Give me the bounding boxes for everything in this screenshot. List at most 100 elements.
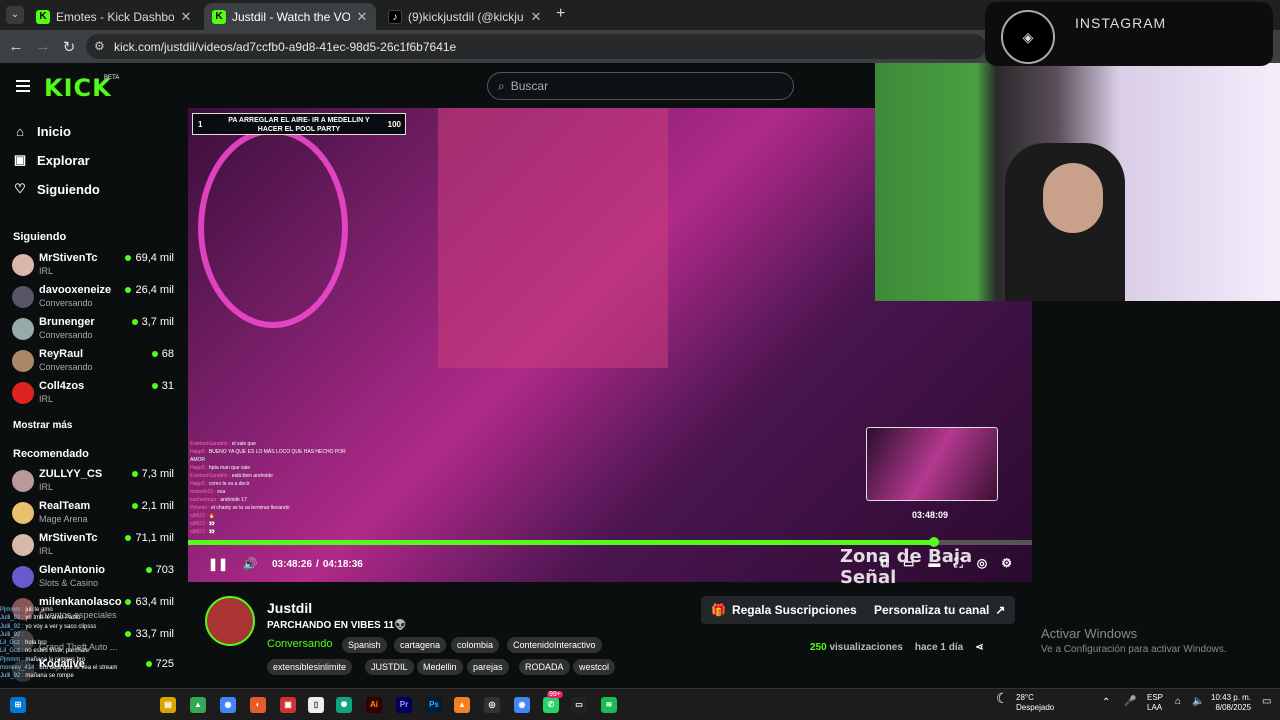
back-icon[interactable]: ← bbox=[7, 38, 25, 55]
photoshop-icon[interactable]: Ps bbox=[426, 697, 442, 713]
sidebar-channel[interactable]: Coll4zos IRL 31 bbox=[12, 378, 176, 408]
theater-icon[interactable]: ▬ bbox=[928, 556, 940, 571]
pip-icon[interactable]: ▭ bbox=[903, 556, 914, 571]
chat-text: está bien androide bbox=[231, 473, 273, 479]
reload-icon[interactable]: ↻ bbox=[60, 38, 78, 56]
nav-explorar[interactable]: ▣ Explorar bbox=[13, 150, 90, 170]
url-bar[interactable]: ⚙ kick.com/justdil/videos/ad7ccfb0-a9d8-… bbox=[86, 34, 986, 59]
close-icon[interactable]: ✕ bbox=[180, 9, 192, 25]
chrome-active-icon[interactable]: ◉ bbox=[514, 697, 530, 713]
tag-chip[interactable]: RODADA bbox=[519, 659, 570, 675]
vlc-icon[interactable]: ▲ bbox=[454, 697, 470, 713]
sidebar-channel[interactable]: GlenAntonio Slots & Casino 703 bbox=[12, 562, 176, 592]
tag-chip[interactable]: parejas bbox=[467, 659, 509, 675]
nav-inicio[interactable]: ⌂ Inicio bbox=[13, 121, 71, 141]
site-info-icon[interactable]: ⚙ bbox=[94, 39, 105, 53]
tag-chip[interactable]: extensiblesinlimite bbox=[267, 659, 353, 675]
new-tab-button[interactable]: + bbox=[556, 5, 565, 23]
tab-search-dropdown-icon[interactable]: ⌄ bbox=[6, 6, 24, 24]
avatar bbox=[12, 382, 34, 404]
chat-message: Julli_92 : yo voy a ver y saco clipsss bbox=[0, 623, 190, 631]
document-icon[interactable]: ▯ bbox=[308, 697, 324, 713]
sidebar-channel[interactable]: RealTeam Mage Arena 2,1 mil bbox=[12, 498, 176, 528]
channel-name: ZULLYY_CS bbox=[39, 468, 103, 480]
terminal-icon[interactable]: ▭ bbox=[571, 697, 587, 713]
nav-label: Explorar bbox=[37, 152, 90, 168]
tab-justdil-vod[interactable]: K Justdil - Watch the VOD on Kick ✕ bbox=[204, 3, 376, 30]
chatgpt-icon[interactable]: ✺ bbox=[336, 697, 352, 713]
customize-channel-button[interactable]: Personaliza tu canal ↗ bbox=[864, 596, 1016, 624]
chat-user: Julli_92 : bbox=[0, 673, 24, 680]
tag-chip[interactable]: colombia bbox=[451, 637, 500, 653]
chat-user: Happ5 : bbox=[190, 449, 208, 455]
channel-name[interactable]: Justdil bbox=[267, 600, 312, 616]
menu-icon[interactable] bbox=[16, 80, 30, 92]
app-icon[interactable]: ▣ bbox=[280, 697, 296, 713]
file-explorer-icon[interactable]: ▤ bbox=[160, 697, 176, 713]
forward-icon[interactable]: → bbox=[34, 38, 52, 55]
whatsapp-icon[interactable]: ✆ bbox=[543, 697, 559, 713]
volume-tray-icon[interactable]: 🔈 bbox=[1192, 697, 1204, 707]
chat-message: Happ5 : como le va a decir bbox=[190, 480, 360, 488]
language-indicator[interactable]: ESP LAA bbox=[1147, 693, 1163, 713]
firefox-icon[interactable]: ◐ bbox=[250, 697, 266, 713]
chat-text: juli te amo bbox=[25, 607, 53, 613]
sidebar-channel[interactable]: ZULLYY_CS IRL 7,3 mil bbox=[12, 466, 176, 496]
illustrator-icon[interactable]: Ai bbox=[366, 697, 382, 713]
close-icon[interactable]: ✕ bbox=[530, 9, 542, 25]
tab-emotes[interactable]: K Emotes - Kick Dashboard ✕ bbox=[28, 3, 200, 30]
fullscreen-icon[interactable]: ⛶ bbox=[954, 556, 962, 571]
network-icon[interactable]: ⌂ bbox=[1175, 697, 1181, 707]
settings-icon[interactable]: ⚙ bbox=[1001, 556, 1012, 571]
tag-chip[interactable]: cartagena bbox=[394, 637, 447, 653]
clock[interactable]: 10:43 p. m. 8/08/2025 bbox=[1211, 693, 1251, 713]
chat-text: yo tmb te amo Pablo bbox=[25, 615, 81, 622]
weather-widget[interactable]: 28°C Despejado bbox=[1016, 693, 1054, 713]
tag-chip[interactable]: JUSTDIL bbox=[365, 659, 414, 675]
chevron-up-icon[interactable]: ⌃ bbox=[1102, 698, 1110, 708]
tag-chip[interactable]: ContenidoInteractivo bbox=[507, 637, 602, 653]
tag-chip[interactable]: Medellin bbox=[417, 659, 463, 675]
avatar bbox=[12, 566, 34, 588]
chat-message: Lil_Gcz : hola bro bbox=[0, 639, 190, 647]
clip-icon[interactable]: ⧉ bbox=[880, 556, 889, 571]
tag-chip[interactable]: westcol bbox=[573, 659, 616, 675]
sidebar-channel[interactable]: MrStivenTc IRL 69,4 mil bbox=[12, 250, 176, 280]
drive-icon[interactable]: ▲ bbox=[190, 697, 206, 713]
channel-name: ReyRaul bbox=[39, 348, 84, 360]
tab-tiktok[interactable]: ♪ (9)kickjustdil (@kickjustdil) | TikTok… bbox=[380, 3, 550, 30]
sidebar-channel[interactable]: davooxeneize Conversando 26,4 mil bbox=[12, 282, 176, 312]
chat-user: EstebanGarabito : bbox=[190, 441, 231, 447]
sidebar-channel[interactable]: MrStivenTc IRL 71,1 mil bbox=[12, 530, 176, 560]
share-icon[interactable]: ⋖ bbox=[975, 642, 983, 653]
spotify-icon[interactable]: ≋ bbox=[601, 697, 617, 713]
tag-chip[interactable]: Spanish bbox=[342, 637, 387, 653]
chat-text: bro deja que re vea el stream bbox=[39, 665, 118, 672]
chrome-icon[interactable]: ◉ bbox=[220, 697, 236, 713]
pause-icon[interactable]: ❚❚ bbox=[208, 557, 228, 571]
obs-icon[interactable]: ◎ bbox=[484, 697, 500, 713]
sidebar-channel[interactable]: ReyRaul Conversando 68 bbox=[12, 346, 176, 376]
stream-category[interactable]: Conversando bbox=[267, 638, 332, 650]
search-input[interactable]: ⌕ Buscar bbox=[487, 72, 794, 100]
gift-subs-button[interactable]: 🎁 Regala Suscripciones bbox=[701, 596, 867, 624]
start-icon[interactable]: ⊞ bbox=[10, 697, 26, 713]
show-more-link[interactable]: Mostrar más bbox=[13, 420, 72, 431]
chat-user: Pjmmm : bbox=[190, 505, 210, 511]
quality-icon[interactable]: ◎ bbox=[977, 556, 987, 571]
stream-title: PARCHANDO EN VIBES 11👽 bbox=[267, 620, 407, 631]
channel-avatar[interactable] bbox=[205, 596, 255, 646]
chat-text: el vale que bbox=[231, 441, 256, 447]
progress-bar[interactable] bbox=[188, 537, 1032, 547]
volume-icon[interactable]: 🔊 bbox=[240, 557, 260, 571]
live-dot-icon bbox=[131, 503, 138, 509]
chat-message: Pjmmm : el chanty se la va terminar llev… bbox=[190, 504, 360, 512]
channel-name: Coll4zos bbox=[39, 380, 85, 392]
close-icon[interactable]: ✕ bbox=[356, 9, 368, 25]
kick-logo[interactable]: KICK bbox=[44, 74, 112, 102]
premiere-icon[interactable]: Pr bbox=[396, 697, 412, 713]
microphone-icon[interactable]: 🎤 bbox=[1124, 697, 1136, 707]
sidebar-channel[interactable]: Brunenger Conversando 3,7 mil bbox=[12, 314, 176, 344]
notifications-icon[interactable]: ▭ bbox=[1262, 697, 1271, 707]
nav-siguiendo[interactable]: ♡ Siguiendo bbox=[13, 179, 100, 199]
